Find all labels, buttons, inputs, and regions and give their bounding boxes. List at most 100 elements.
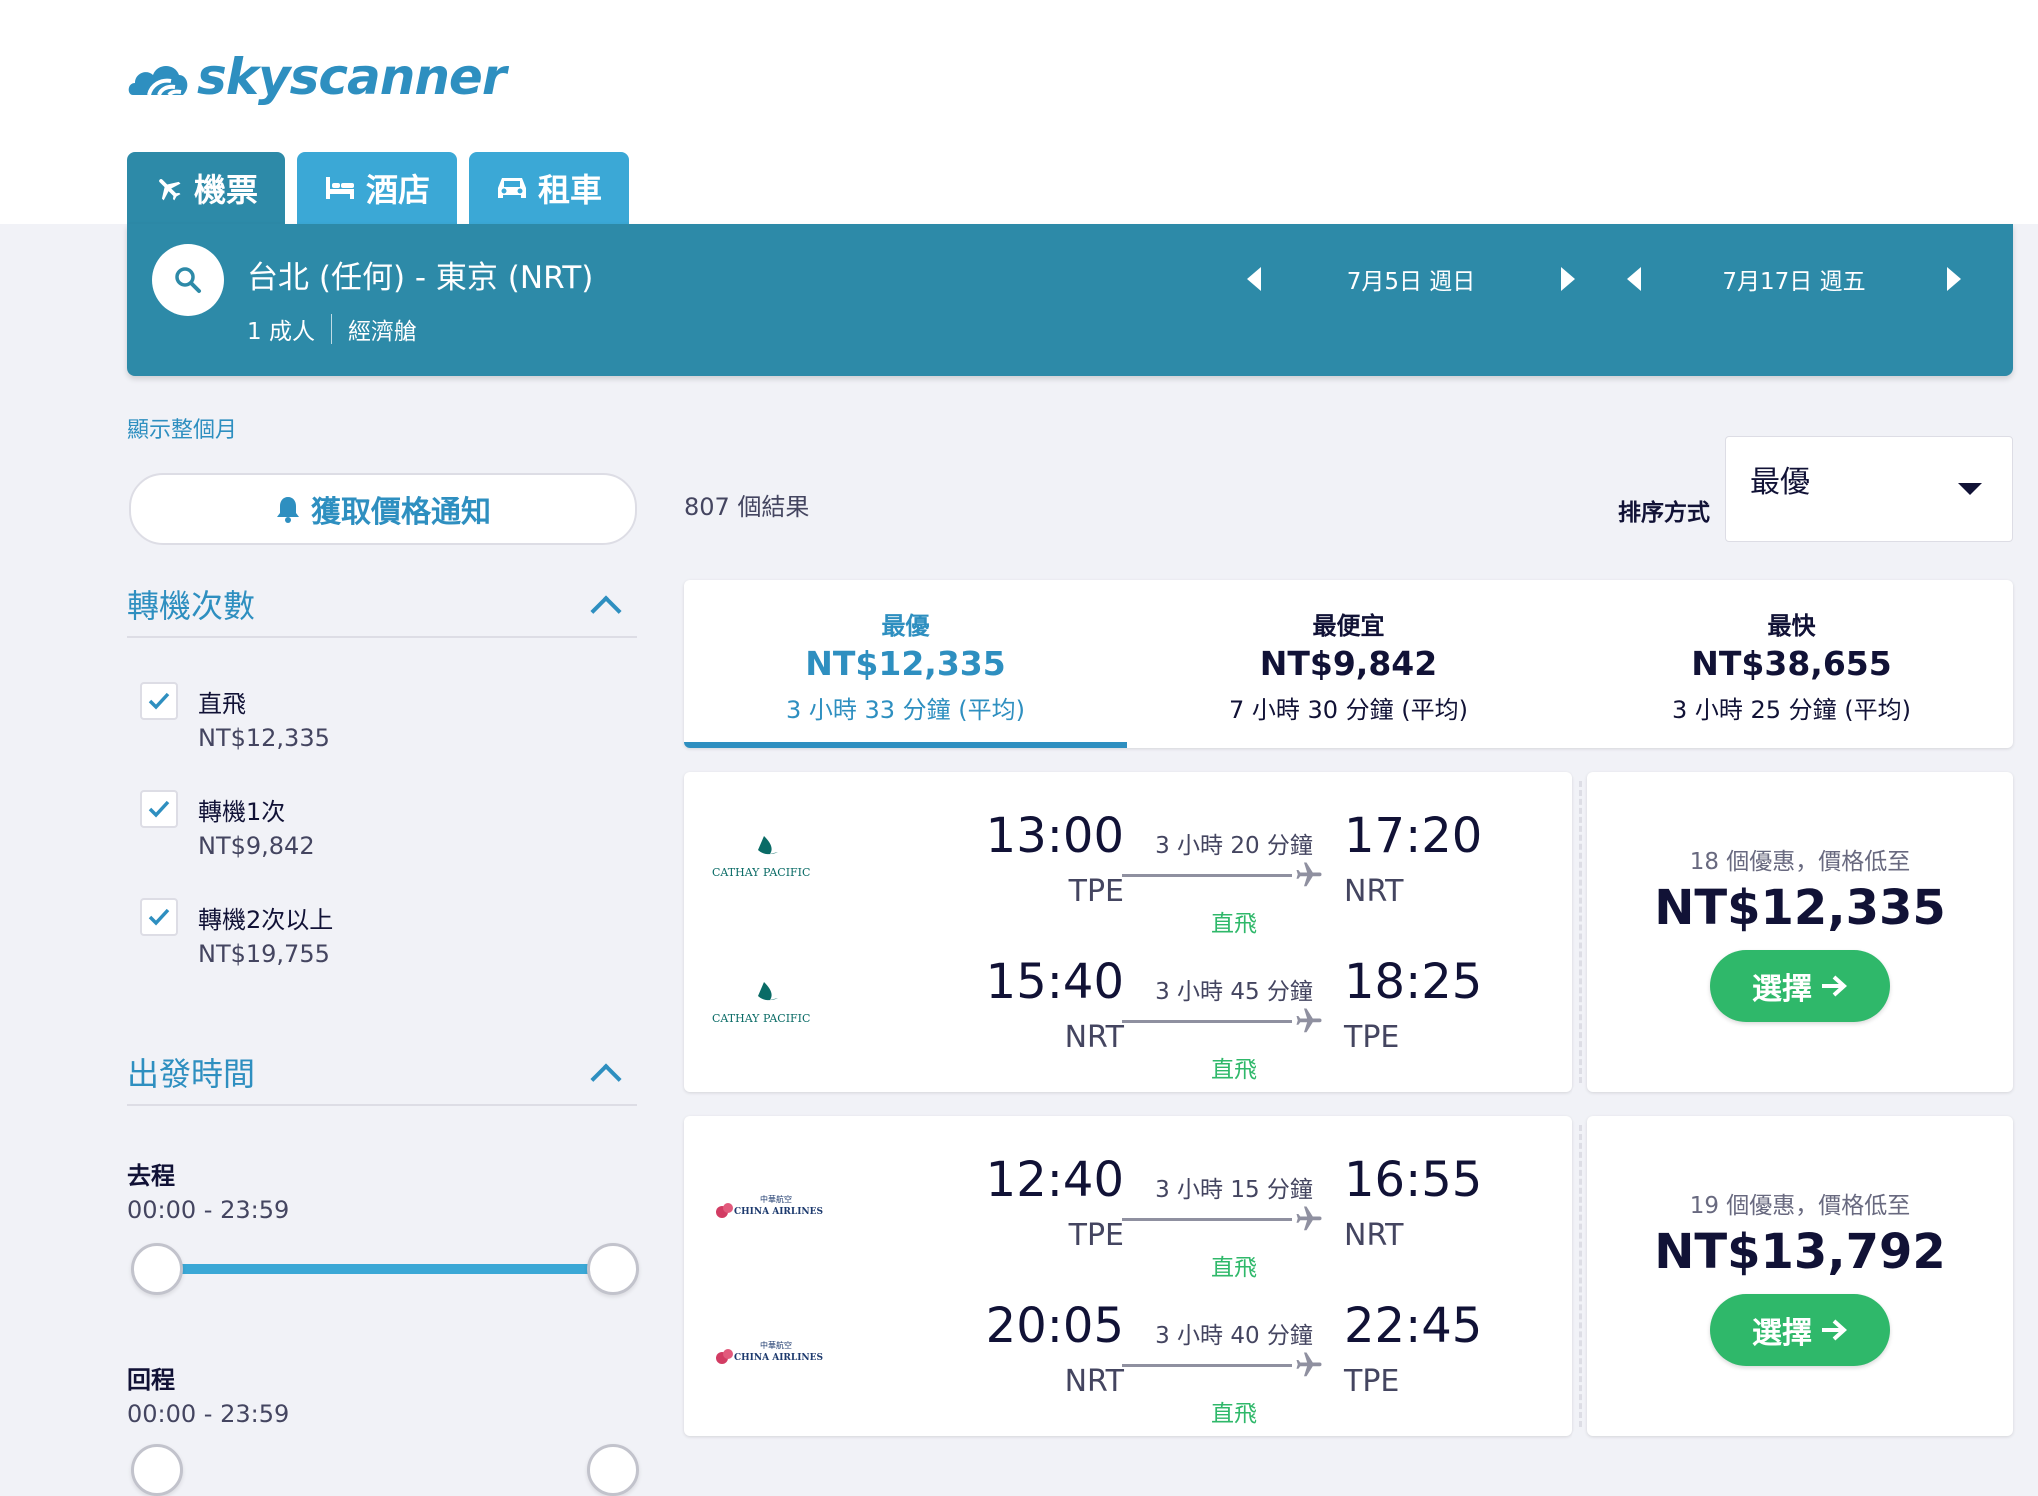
next-depart-date-arrow[interactable] xyxy=(1561,267,1575,291)
arrow-right-icon xyxy=(1822,975,1847,997)
select-button[interactable]: 選擇 xyxy=(1710,1294,1890,1366)
departure-airport: TPE xyxy=(1068,874,1124,909)
plane-icon xyxy=(159,179,181,201)
route-line xyxy=(1122,1364,1292,1367)
arrow-right-icon xyxy=(1822,1319,1847,1341)
stop-option-label: 轉機2次以上 xyxy=(198,906,334,934)
arrival-airport: TPE xyxy=(1344,1364,1400,1399)
outbound-slider-end-handle[interactable] xyxy=(587,1243,639,1295)
checkmark-icon xyxy=(148,692,170,710)
depart-date-control: 7月5日 週日 xyxy=(1247,254,1575,304)
ticket-notch xyxy=(1572,1084,1588,1100)
itinerary-price: NT$12,335 xyxy=(1654,880,1946,936)
stops-filter-header[interactable]: 轉機次數 xyxy=(127,572,637,638)
active-tab-indicator xyxy=(684,742,1127,748)
itinerary-legs[interactable]: CATHAY PACIFIC 13:00 TPE 3 小時 20 分鐘 直飛 1… xyxy=(684,772,1572,1092)
arrival-time: 18:25 xyxy=(1344,954,1483,1010)
flight-leg-outbound: CATHAY PACIFIC 13:00 TPE 3 小時 20 分鐘 直飛 1… xyxy=(684,792,1572,937)
arrival-airport: TPE xyxy=(1344,1020,1400,1055)
chevron-up-icon[interactable] xyxy=(590,1063,622,1095)
tab-label: 租車 xyxy=(537,171,602,209)
plane-icon xyxy=(1296,862,1322,887)
sort-dropdown[interactable]: 最優 xyxy=(1725,436,2013,542)
summary-tab-cheapest[interactable]: 最便宜 NT$9,842 7 小時 30 分鐘 (平均) xyxy=(1127,580,1570,748)
arrival-time: 16:55 xyxy=(1344,1152,1483,1208)
tab-label: 酒店 xyxy=(365,171,430,209)
summary-tab-title: 最優 xyxy=(881,612,930,640)
sort-value: 最優 xyxy=(1750,465,1810,500)
select-label: 選擇 xyxy=(1752,972,1812,1007)
ticket-perforation xyxy=(1579,1116,1584,1436)
ticket-notch xyxy=(1572,1428,1588,1444)
flight-leg-outbound: 中華航空 CHINA AIRLINES 12:40 TPE 3 小時 15 分鐘… xyxy=(684,1136,1572,1281)
itinerary-price: NT$13,792 xyxy=(1654,1224,1946,1280)
checkbox-direct[interactable] xyxy=(140,682,178,720)
chevron-up-icon[interactable] xyxy=(590,595,622,627)
price-panel: 18 個優惠，價格低至 NT$12,335 選擇 xyxy=(1587,772,2013,1092)
stops-filter-title: 轉機次數 xyxy=(127,587,256,625)
flight-duration: 3 小時 20 分鐘 xyxy=(1155,833,1313,859)
price-panel: 19 個優惠，價格低至 NT$13,792 選擇 xyxy=(1587,1116,2013,1436)
show-whole-month-link[interactable]: 顯示整個月 xyxy=(127,412,237,444)
next-return-date-arrow[interactable] xyxy=(1947,267,1961,291)
search-icon xyxy=(175,267,201,293)
cathay-pacific-logo: CATHAY PACIFIC xyxy=(712,828,832,888)
search-button[interactable] xyxy=(152,244,224,316)
stops-text: 直飛 xyxy=(1211,1057,1257,1083)
price-alert-button[interactable]: 獲取價格通知 xyxy=(129,473,637,545)
tab-flights[interactable]: 機票 xyxy=(127,152,285,224)
departure-time: 13:00 xyxy=(985,808,1124,864)
times-filter-title: 出發時間 xyxy=(127,1055,256,1093)
arrival-time: 17:20 xyxy=(1344,808,1483,864)
return-slider-end-handle[interactable] xyxy=(587,1444,639,1496)
summary-tab-duration: 7 小時 30 分鐘 (平均) xyxy=(1228,696,1469,724)
tab-hotels[interactable]: 酒店 xyxy=(297,152,457,224)
divider xyxy=(330,314,332,344)
itinerary-card[interactable]: 中華航空 CHINA AIRLINES 12:40 TPE 3 小時 15 分鐘… xyxy=(684,1108,2013,1444)
airline-native-name: 中華航空 xyxy=(760,1340,792,1350)
select-button[interactable]: 選擇 xyxy=(1710,950,1890,1022)
ticket-perforation xyxy=(1579,772,1584,1092)
stops-text: 直飛 xyxy=(1211,1401,1257,1427)
travellers-cabin[interactable]: 1 成人 經濟艙 xyxy=(247,312,417,346)
flight-leg-return: 中華航空 CHINA AIRLINES 20:05 NRT 3 小時 40 分鐘… xyxy=(684,1282,1572,1427)
prev-depart-date-arrow[interactable] xyxy=(1247,267,1261,291)
tab-label: 機票 xyxy=(193,171,258,209)
checkbox-one-stop[interactable] xyxy=(140,790,178,828)
checkmark-icon xyxy=(148,800,170,818)
arrival-time: 22:45 xyxy=(1344,1298,1483,1354)
airline-name: CHINA AIRLINES xyxy=(734,1353,823,1363)
departure-airport: NRT xyxy=(1064,1364,1124,1399)
summary-tab-fastest[interactable]: 最快 NT$38,655 3 小時 25 分鐘 (平均) xyxy=(1570,580,2013,748)
sort-summary-tabs: 最優 NT$12,335 3 小時 33 分鐘 (平均) 最便宜 NT$9,84… xyxy=(684,580,2013,748)
arrival-airport: NRT xyxy=(1344,874,1404,909)
passengers-text: 1 成人 xyxy=(247,319,315,345)
ticket-notch xyxy=(1572,764,1588,780)
return-slider-start-handle[interactable] xyxy=(131,1444,183,1496)
summary-tab-title: 最快 xyxy=(1767,612,1816,640)
tab-car-hire[interactable]: 租車 xyxy=(469,152,629,224)
flight-duration: 3 小時 15 分鐘 xyxy=(1155,1177,1313,1203)
route-line xyxy=(1122,1218,1292,1221)
summary-tab-best[interactable]: 最優 NT$12,335 3 小時 33 分鐘 (平均) xyxy=(684,580,1127,748)
checkbox-two-plus[interactable] xyxy=(140,898,178,936)
times-filter-header[interactable]: 出發時間 xyxy=(127,1040,637,1106)
product-tabs: 機票 酒店 租車 xyxy=(127,152,629,224)
outbound-slider-start-handle[interactable] xyxy=(131,1243,183,1295)
skyscanner-logo[interactable]: skyscanner xyxy=(127,42,507,112)
depart-date[interactable]: 7月5日 週日 xyxy=(1261,262,1561,296)
itinerary-card[interactable]: CATHAY PACIFIC 13:00 TPE 3 小時 20 分鐘 直飛 1… xyxy=(684,764,2013,1100)
plane-icon xyxy=(1296,1008,1322,1033)
itinerary-legs[interactable]: 中華航空 CHINA AIRLINES 12:40 TPE 3 小時 15 分鐘… xyxy=(684,1116,1572,1436)
arrival-airport: NRT xyxy=(1344,1218,1404,1253)
prev-return-date-arrow[interactable] xyxy=(1627,267,1641,291)
search-summary-bar[interactable]: 台北 (任何) - 東京 (NRT) 1 成人 經濟艙 7月5日 週日 7月17… xyxy=(127,224,2013,376)
route-text[interactable]: 台北 (任何) - 東京 (NRT) xyxy=(247,252,593,297)
offers-text: 19 個優惠，價格低至 xyxy=(1689,1193,1911,1219)
bell-icon xyxy=(277,497,299,523)
return-date[interactable]: 7月17日 週五 xyxy=(1641,262,1947,296)
route-line xyxy=(1122,874,1292,877)
airline-native-name: 中華航空 xyxy=(760,1194,792,1204)
outbound-time-slider[interactable] xyxy=(155,1264,610,1274)
stop-option-price: NT$9,842 xyxy=(198,832,315,860)
